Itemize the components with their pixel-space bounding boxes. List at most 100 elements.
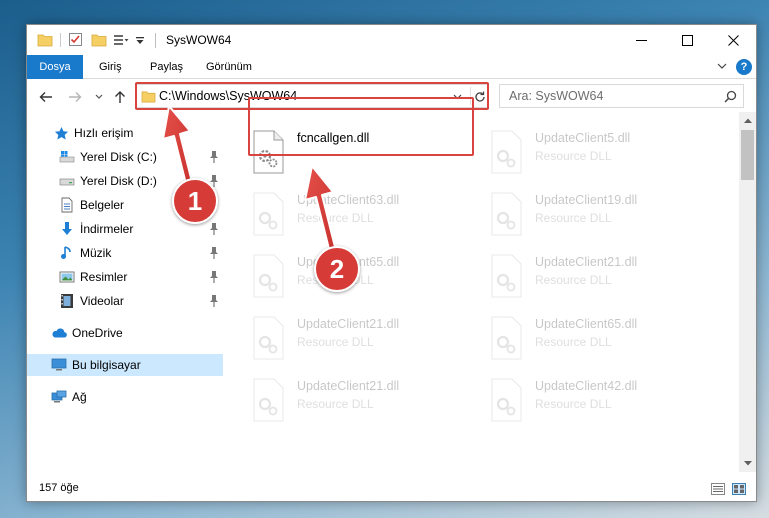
pictures-icon bbox=[59, 269, 75, 285]
tab-share[interactable]: Paylaş bbox=[150, 55, 183, 79]
toolbar-divider bbox=[60, 32, 61, 47]
file-highlight-box bbox=[248, 97, 474, 156]
sidebar-item-label: OneDrive bbox=[72, 326, 123, 340]
scroll-up-button[interactable] bbox=[739, 112, 756, 129]
file-name: UpdateClient42.dll bbox=[535, 379, 638, 393]
dll-file-icon bbox=[491, 192, 522, 236]
back-button[interactable] bbox=[38, 89, 54, 105]
ribbon: Dosya Giriş Paylaş Görünüm ? bbox=[27, 55, 756, 79]
sidebar-item-label: Müzik bbox=[80, 246, 112, 260]
new-folder-icon[interactable] bbox=[91, 33, 107, 47]
title-divider bbox=[155, 33, 156, 48]
file-name: UpdateClient5.dll bbox=[535, 131, 631, 145]
file-type: Resource DLL bbox=[535, 335, 612, 349]
scroll-down-button[interactable] bbox=[739, 455, 756, 472]
search-placeholder: Ara: SysWOW64 bbox=[509, 89, 604, 103]
file-type: Resource DLL bbox=[535, 273, 612, 287]
file-item[interactable]: UpdateClient19.dll Resource DLL bbox=[488, 186, 714, 242]
star-icon bbox=[53, 125, 69, 141]
folder-icon[interactable] bbox=[37, 33, 53, 47]
sidebar-item-this-pc[interactable]: Bu bilgisayar bbox=[27, 354, 223, 376]
file-item[interactable]: UpdateClient21.dll Resource DLL bbox=[488, 248, 714, 304]
sidebar-item-label: Yerel Disk (C:) bbox=[80, 150, 157, 164]
sidebar-item-local-disk-c[interactable]: Yerel Disk (C:) bbox=[27, 146, 223, 168]
sidebar-item-quick-access[interactable]: Hızlı erişim bbox=[27, 122, 223, 144]
sidebar-item-videos[interactable]: Videolar bbox=[27, 290, 223, 312]
pin-icon[interactable] bbox=[208, 294, 220, 308]
recent-locations-button[interactable] bbox=[91, 89, 107, 105]
file-name: UpdateClient65.dll bbox=[535, 317, 638, 331]
file-type: Resource DLL bbox=[297, 397, 374, 411]
large-icons-view-icon[interactable] bbox=[732, 483, 746, 495]
dll-file-icon bbox=[491, 316, 522, 360]
title-bar: SysWOW64 bbox=[27, 25, 756, 55]
arrow-left-icon bbox=[39, 92, 52, 102]
file-name: UpdateClient63.dll bbox=[297, 193, 400, 207]
sidebar-item-label: Videolar bbox=[80, 294, 124, 308]
chevron-down-icon[interactable] bbox=[717, 61, 727, 71]
forward-button[interactable] bbox=[67, 89, 83, 105]
file-name: UpdateClient21.dll bbox=[535, 255, 638, 269]
arrow-up-icon bbox=[115, 91, 125, 103]
sidebar-item-onedrive[interactable]: OneDrive bbox=[27, 322, 223, 344]
minimize-button[interactable] bbox=[618, 25, 664, 55]
tab-home[interactable]: Giriş bbox=[99, 55, 122, 79]
tab-view[interactable]: Görünüm bbox=[206, 55, 252, 79]
callout-badge-1: 1 bbox=[172, 178, 218, 224]
sidebar-item-label: Hızlı erişim bbox=[74, 126, 134, 140]
sidebar-item-label: Belgeler bbox=[80, 198, 125, 212]
quick-access-toolbar bbox=[37, 32, 145, 47]
navigation-pane: Hızlı erişim Yerel Disk (C:) Yerel Disk … bbox=[27, 112, 223, 472]
pin-icon[interactable] bbox=[208, 150, 220, 164]
up-button[interactable] bbox=[112, 89, 128, 105]
pin-icon[interactable] bbox=[208, 270, 220, 284]
properties-icon[interactable] bbox=[68, 32, 83, 47]
sidebar-item-music[interactable]: Müzik bbox=[27, 242, 223, 264]
dll-file-icon bbox=[491, 378, 522, 422]
music-icon bbox=[59, 245, 75, 261]
help-button[interactable]: ? bbox=[736, 59, 752, 75]
close-button[interactable] bbox=[710, 25, 756, 55]
network-icon bbox=[51, 389, 67, 405]
tab-file[interactable]: Dosya bbox=[27, 55, 83, 79]
pin-icon[interactable] bbox=[208, 246, 220, 260]
file-type: Resource DLL bbox=[535, 149, 612, 163]
vertical-scrollbar[interactable] bbox=[739, 112, 756, 472]
window-title: SysWOW64 bbox=[166, 33, 232, 47]
computer-icon bbox=[51, 357, 67, 373]
scrollbar-thumb[interactable] bbox=[741, 130, 754, 180]
customize-icon[interactable] bbox=[113, 33, 129, 47]
dll-file-icon bbox=[253, 254, 284, 298]
arrow-right-icon bbox=[69, 92, 82, 102]
file-item[interactable]: UpdateClient65.dll Resource DLL bbox=[488, 310, 714, 366]
search-input[interactable]: Ara: SysWOW64 bbox=[499, 84, 744, 108]
details-view-icon[interactable] bbox=[711, 483, 725, 495]
sidebar-item-label: Resimler bbox=[80, 270, 128, 284]
sidebar-item-network[interactable]: Ağ bbox=[27, 386, 223, 408]
file-item[interactable]: UpdateClient21.dll Resource DLL bbox=[250, 372, 476, 428]
file-name: UpdateClient21.dll bbox=[297, 317, 400, 331]
file-type: Resource DLL bbox=[297, 335, 374, 349]
dll-file-icon bbox=[253, 316, 284, 360]
file-item[interactable]: UpdateClient42.dll Resource DLL bbox=[488, 372, 714, 428]
caret-down-icon bbox=[743, 461, 752, 466]
file-name: UpdateClient21.dll bbox=[297, 379, 400, 393]
chevron-down-icon bbox=[95, 94, 103, 99]
search-icon[interactable] bbox=[724, 90, 737, 103]
caret-up-icon bbox=[743, 118, 752, 123]
file-item[interactable]: UpdateClient21.dll Resource DLL bbox=[250, 310, 476, 366]
dll-file-icon bbox=[491, 254, 522, 298]
maximize-icon bbox=[681, 34, 693, 46]
maximize-button[interactable] bbox=[664, 25, 710, 55]
sidebar-item-pictures[interactable]: Resimler bbox=[27, 266, 223, 288]
callout-badge-2: 2 bbox=[314, 246, 360, 292]
file-item[interactable]: UpdateClient5.dll Resource DLL bbox=[488, 124, 714, 180]
document-icon bbox=[59, 197, 75, 213]
file-item[interactable]: UpdateClient65.dll Resource DLL bbox=[250, 248, 476, 304]
dropdown-arrow-icon[interactable] bbox=[135, 35, 145, 45]
sidebar-item-label: Ağ bbox=[72, 390, 87, 404]
file-item[interactable]: UpdateClient63.dll Resource DLL bbox=[250, 186, 476, 242]
close-icon bbox=[727, 34, 739, 46]
sidebar-item-label: İndirmeler bbox=[80, 222, 134, 236]
pin-icon[interactable] bbox=[208, 222, 220, 236]
